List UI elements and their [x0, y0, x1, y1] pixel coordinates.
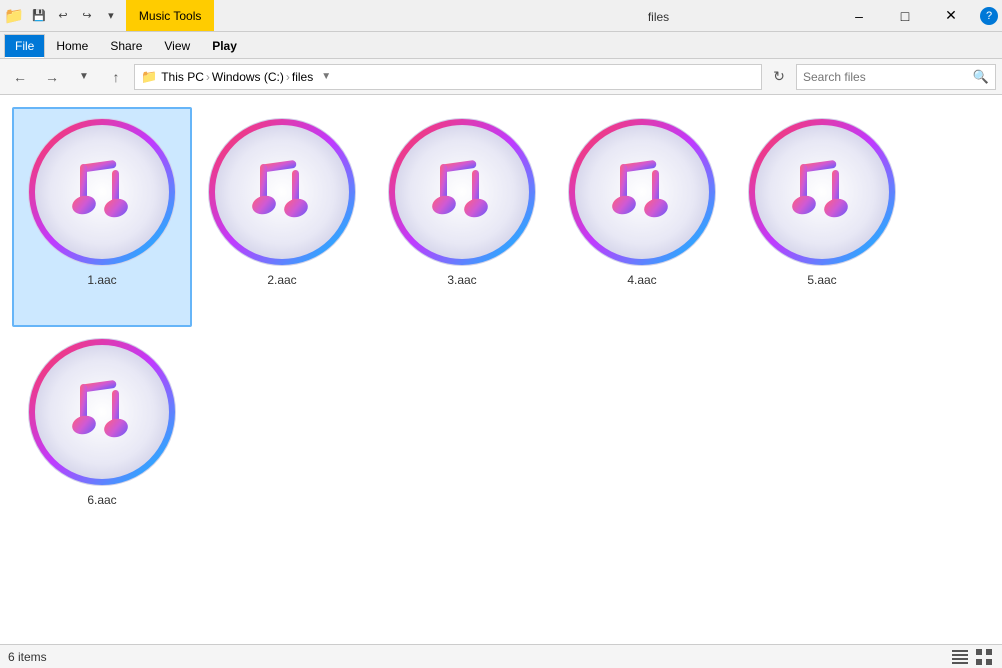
- tab-view[interactable]: View: [153, 34, 201, 58]
- large-icons-view-button[interactable]: [974, 647, 994, 667]
- file-item[interactable]: 6.aac: [12, 327, 192, 547]
- up-button[interactable]: ↑: [102, 63, 130, 91]
- breadcrumb: This PC › Windows (C:) › files: [161, 70, 313, 84]
- file-label: 1.aac: [87, 273, 116, 287]
- music-tools-tab[interactable]: Music Tools: [126, 0, 214, 31]
- address-dropdown-icon[interactable]: ▼: [321, 71, 331, 82]
- ribbon: File Home Share View Play: [0, 32, 1002, 59]
- tab-home[interactable]: Home: [45, 34, 99, 58]
- help-button[interactable]: ?: [980, 7, 998, 25]
- file-icon: [27, 117, 177, 267]
- recent-locations-button[interactable]: ▼: [70, 63, 98, 91]
- back-button[interactable]: ←: [6, 63, 34, 91]
- sep1: ›: [206, 70, 210, 84]
- address-input[interactable]: 📁 This PC › Windows (C:) › files ▼: [134, 64, 762, 90]
- tab-file[interactable]: File: [4, 34, 45, 58]
- details-view-button[interactable]: [950, 647, 970, 667]
- file-label: 3.aac: [447, 273, 476, 287]
- file-label: 4.aac: [627, 273, 656, 287]
- app-icon: 📁: [4, 6, 24, 26]
- save-btn[interactable]: 💾: [28, 5, 50, 27]
- search-box[interactable]: 🔍: [796, 64, 996, 90]
- file-item[interactable]: 3.aac: [372, 107, 552, 327]
- close-button[interactable]: ✕: [928, 0, 974, 32]
- file-item[interactable]: 4.aac: [552, 107, 732, 327]
- file-label: 5.aac: [807, 273, 836, 287]
- file-label: 6.aac: [87, 493, 116, 507]
- tab-play[interactable]: Play: [201, 34, 248, 58]
- breadcrumb-folder-icon: 📁: [141, 69, 157, 85]
- file-item[interactable]: 1.aac: [12, 107, 192, 327]
- maximize-button[interactable]: □: [882, 0, 928, 32]
- undo-btn[interactable]: ↩: [52, 5, 74, 27]
- file-area: 1.aac: [0, 95, 1002, 644]
- sep2: ›: [286, 70, 290, 84]
- window-title: files: [481, 8, 836, 24]
- file-icon: [747, 117, 897, 267]
- file-label: 2.aac: [267, 273, 296, 287]
- status-bar: 6 items: [0, 644, 1002, 668]
- forward-button[interactable]: →: [38, 63, 66, 91]
- search-icon: 🔍: [973, 69, 989, 85]
- title-bar: 📁 💾 ↩ ↪ ▾ Music Tools files – □ ✕ ?: [0, 0, 1002, 32]
- search-input[interactable]: [803, 70, 969, 84]
- minimize-button[interactable]: –: [836, 0, 882, 32]
- refresh-button[interactable]: ↻: [766, 64, 792, 90]
- file-icon: [567, 117, 717, 267]
- dropdown-btn[interactable]: ▾: [100, 5, 122, 27]
- item-count: 6 items: [8, 650, 47, 664]
- address-bar: ← → ▼ ↑ 📁 This PC › Windows (C:) › files…: [0, 59, 1002, 95]
- file-icon: [27, 337, 177, 487]
- file-item[interactable]: 2.aac: [192, 107, 372, 327]
- file-item[interactable]: 5.aac: [732, 107, 912, 327]
- file-icon: [207, 117, 357, 267]
- tab-share[interactable]: Share: [99, 34, 153, 58]
- redo-btn[interactable]: ↪: [76, 5, 98, 27]
- file-icon: [387, 117, 537, 267]
